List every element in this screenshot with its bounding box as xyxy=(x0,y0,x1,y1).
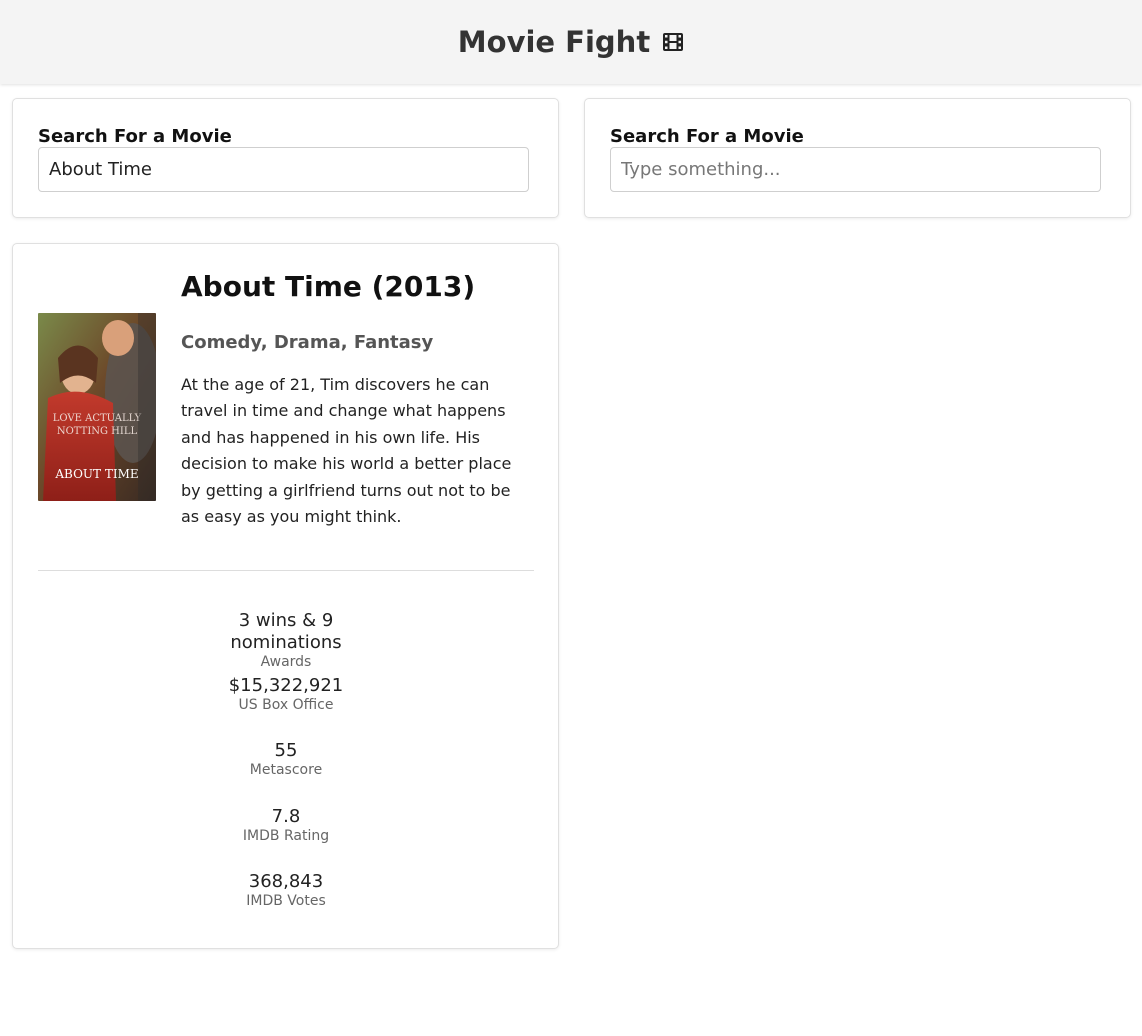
stat-label: US Box Office xyxy=(238,697,334,713)
movie-title: About Time (2013) xyxy=(181,270,476,303)
app-title: Movie Fight xyxy=(457,25,651,59)
stat-value: $15,322,921 xyxy=(228,675,344,696)
svg-text:LOVE ACTUALLY: LOVE ACTUALLY xyxy=(53,413,142,424)
right-search-label: Search For a Movie xyxy=(610,126,804,147)
stat-metascore: 55 Metascore xyxy=(181,740,391,779)
stat-box-office: $15,322,921 US Box Office xyxy=(181,675,391,714)
stat-value: 7.8 xyxy=(271,806,301,827)
right-search-card: Search For a Movie xyxy=(584,98,1131,218)
stat-imdb-votes: 368,843 IMDB Votes xyxy=(181,871,391,910)
stat-label: Awards xyxy=(260,654,312,670)
left-search-card: Search For a Movie xyxy=(12,98,559,218)
movie-genres: Comedy, Drama, Fantasy xyxy=(181,332,434,353)
movie-summary-card: LOVE ACTUALLY NOTTING HILL ABOUT TIME Ab… xyxy=(12,243,559,949)
svg-text:ABOUT TIME: ABOUT TIME xyxy=(54,467,138,481)
svg-text:NOTTING HILL: NOTTING HILL xyxy=(57,426,138,437)
stat-label: IMDB Votes xyxy=(246,893,326,909)
left-search-label: Search For a Movie xyxy=(38,126,232,147)
left-search-input[interactable] xyxy=(38,147,529,192)
stat-value: 368,843 xyxy=(248,871,324,892)
right-search-input[interactable] xyxy=(610,147,1101,192)
app-header: Movie Fight xyxy=(0,0,1142,84)
stat-value: 3 wins & 9 nominations xyxy=(230,610,342,653)
stat-label: IMDB Rating xyxy=(242,828,330,844)
stat-label: Metascore xyxy=(249,762,323,778)
divider xyxy=(38,570,534,571)
movie-poster: LOVE ACTUALLY NOTTING HILL ABOUT TIME xyxy=(38,313,156,501)
stat-awards: 3 wins & 9 nominations Awards xyxy=(181,610,391,671)
movie-plot: At the age of 21, Tim discovers he can t… xyxy=(181,375,512,527)
film-icon xyxy=(662,31,684,53)
stat-imdb-rating: 7.8 IMDB Rating xyxy=(181,806,391,845)
stat-value: 55 xyxy=(274,740,298,761)
